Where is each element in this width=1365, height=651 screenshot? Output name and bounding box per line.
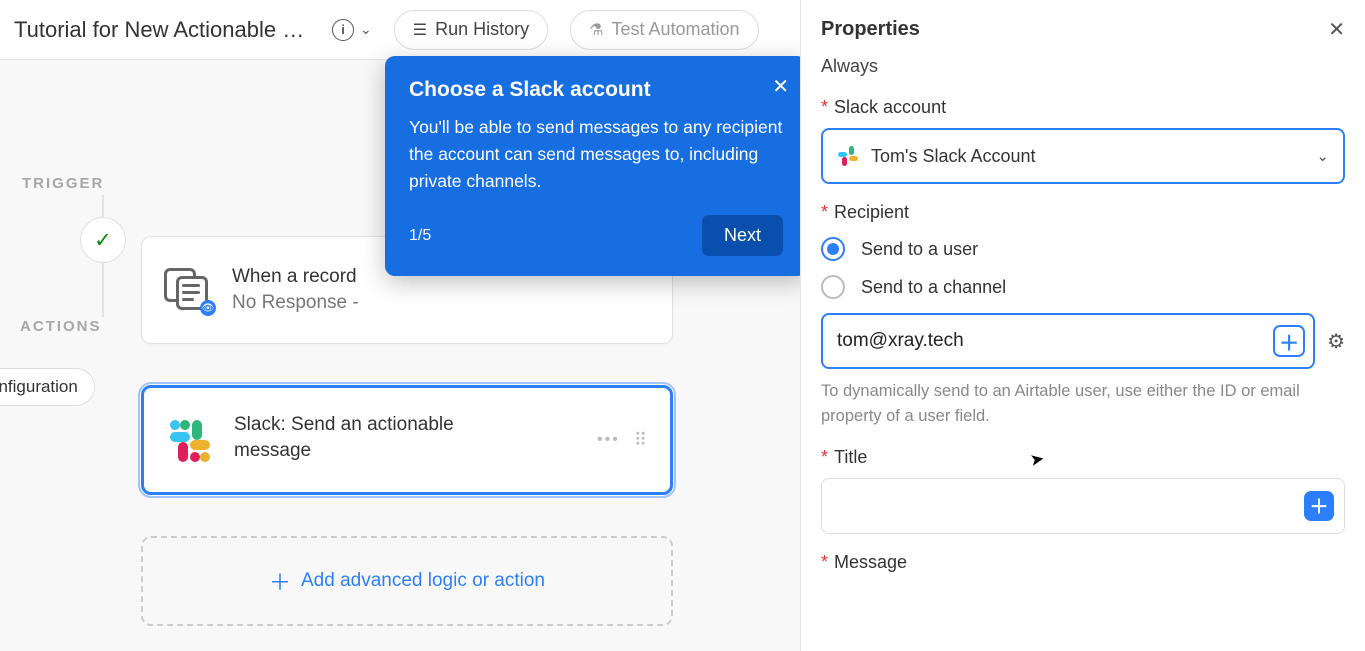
- action-card-slack[interactable]: Slack: Send an actionable message ••• ⠿: [141, 385, 673, 495]
- slack-account-value: Tom's Slack Account: [871, 146, 1304, 167]
- chevron-down-icon: ⌄: [1316, 147, 1329, 165]
- more-icon[interactable]: •••: [597, 431, 620, 449]
- slack-icon: [164, 414, 216, 466]
- automation-title: Tutorial for New Actionable M…: [14, 17, 314, 43]
- view-icon: 👁: [162, 264, 214, 316]
- properties-panel: Properties ✕ Always *Slack account Tom's…: [800, 0, 1365, 651]
- slack-account-label: *Slack account: [821, 97, 1345, 118]
- recipient-helper-text: To dynamically send to an Airtable user,…: [821, 379, 1345, 429]
- onboarding-popover: ✕ Choose a Slack account You'll be able …: [385, 56, 807, 276]
- flask-icon: ⚗: [589, 20, 603, 40]
- popover-title: Choose a Slack account: [409, 78, 783, 102]
- radio-icon: [821, 237, 845, 261]
- info-dropdown[interactable]: i ⌄: [332, 19, 372, 41]
- configuration-pill[interactable]: onfiguration: [0, 368, 95, 406]
- chevron-down-icon: ⌄: [360, 21, 372, 38]
- gear-icon[interactable]: ⚙: [1327, 329, 1345, 354]
- connector-line: [102, 263, 104, 317]
- test-automation-button[interactable]: ⚗ Test Automation: [570, 10, 758, 50]
- drag-handle-icon[interactable]: ⠿: [634, 430, 650, 451]
- radio-user-label: Send to a user: [861, 239, 978, 260]
- slack-account-select[interactable]: Tom's Slack Account ⌄: [821, 128, 1345, 184]
- info-icon: i: [332, 19, 354, 41]
- insert-token-button[interactable]: ＋: [1304, 491, 1334, 521]
- panel-title: Properties: [821, 18, 920, 41]
- list-icon: ☰: [413, 20, 427, 40]
- add-action-label: Add advanced logic or action: [301, 570, 545, 592]
- next-button[interactable]: Next: [702, 215, 783, 256]
- radio-channel-label: Send to a channel: [861, 277, 1006, 298]
- close-icon[interactable]: ✕: [1328, 17, 1345, 42]
- add-action-button[interactable]: ＋ Add advanced logic or action: [141, 536, 673, 626]
- close-icon[interactable]: ✕: [772, 74, 789, 99]
- insert-token-button[interactable]: ＋: [1273, 325, 1305, 357]
- title-label: *Title: [821, 447, 1345, 468]
- recipient-input[interactable]: tom@xray.tech ＋: [821, 313, 1315, 369]
- recipient-radio-user[interactable]: Send to a user: [821, 237, 1345, 261]
- trigger-subtitle: No Response -: [232, 292, 652, 314]
- connector-line: [102, 195, 104, 219]
- radio-icon: [821, 275, 845, 299]
- popover-step-counter: 1/5: [409, 227, 431, 245]
- plus-icon: ＋: [269, 565, 291, 597]
- recipient-radio-channel[interactable]: Send to a channel: [821, 275, 1345, 299]
- trigger-section-label: TRIGGER: [22, 175, 104, 192]
- trigger-status-check-icon: ✓: [80, 217, 126, 263]
- message-label: *Message: [821, 552, 1345, 573]
- actions-section-label: ACTIONS: [20, 318, 102, 335]
- slack-icon: [837, 145, 859, 167]
- action-title-line2: message: [234, 440, 579, 462]
- title-input[interactable]: ＋: [821, 478, 1345, 534]
- run-history-label: Run History: [435, 19, 529, 40]
- popover-body: You'll be able to send messages to any r…: [409, 114, 783, 195]
- run-history-button[interactable]: ☰ Run History: [394, 10, 548, 50]
- action-title-line1: Slack: Send an actionable: [234, 414, 579, 436]
- test-automation-label: Test Automation: [611, 19, 739, 40]
- condition-label: Always: [821, 56, 1345, 77]
- recipient-value: tom@xray.tech: [837, 330, 1273, 352]
- recipient-label: *Recipient: [821, 202, 1345, 223]
